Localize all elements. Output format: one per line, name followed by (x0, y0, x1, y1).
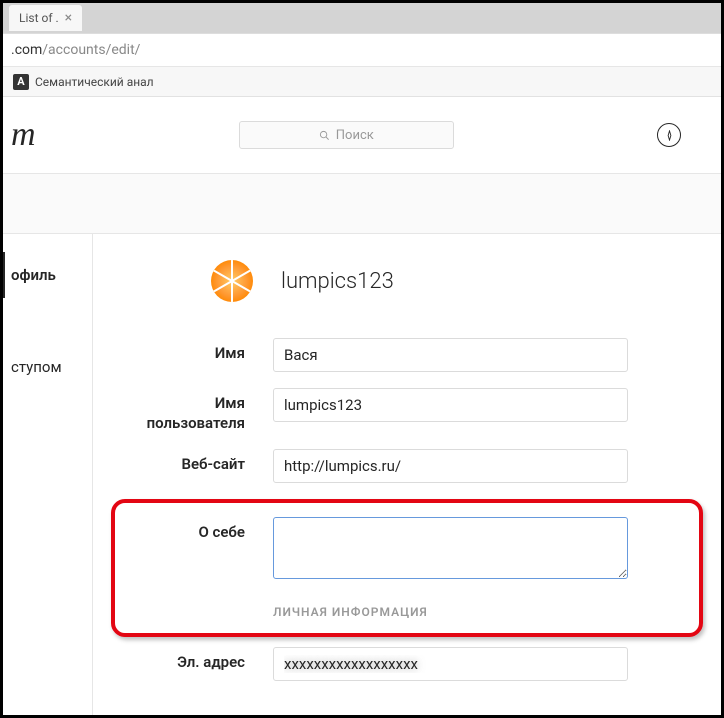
row-email: Эл. адрес (123, 647, 691, 681)
explore-icon[interactable] (657, 123, 681, 147)
settings-sidebar: офиль ступом (3, 234, 93, 715)
bio-textarea[interactable] (273, 517, 628, 579)
close-icon[interactable]: × (65, 10, 72, 26)
highlight-annotation: О себе ЛИЧНАЯ ИНФОРМАЦИЯ (111, 499, 703, 637)
profile-header: lumpics123 (211, 260, 691, 302)
search-icon (319, 130, 330, 141)
name-input[interactable] (273, 338, 628, 372)
url-field[interactable]: .com/accounts/edit/ (11, 42, 713, 58)
header-spacer (3, 174, 721, 234)
bookmarks-bar: A Семантический анал (3, 67, 721, 97)
label-bio: О себе (123, 517, 273, 543)
row-name: Имя (123, 338, 691, 372)
row-section-head: ЛИЧНАЯ ИНФОРМАЦИЯ (123, 593, 691, 619)
tab-title: List of . (19, 11, 59, 25)
search-input[interactable]: Поиск (239, 121, 454, 149)
search-placeholder: Поиск (336, 128, 374, 143)
settings-main: lumpics123 Имя Имя пользователя Веб-сайт… (93, 234, 721, 715)
browser-tab[interactable]: List of . × (9, 5, 82, 31)
avatar[interactable] (211, 260, 253, 302)
settings-container: офиль ступом lumpics123 Имя Имя пользова… (3, 234, 721, 715)
sidebar-item-label: ступом (11, 358, 62, 376)
row-username: Имя пользователя (123, 388, 691, 433)
sidebar-item-label: офиль (11, 266, 56, 284)
bookmark-item[interactable]: Семантический анал (35, 75, 154, 89)
nav-icons (657, 123, 681, 147)
label-website: Веб-сайт (123, 449, 273, 475)
tab-strip: List of . × (3, 3, 721, 33)
label-name: Имя (123, 338, 273, 364)
row-website: Веб-сайт (123, 449, 691, 483)
website-input[interactable] (273, 449, 628, 483)
url-host: .com (11, 42, 42, 58)
section-heading-personal: ЛИЧНАЯ ИНФОРМАЦИЯ (273, 605, 628, 619)
label-username: Имя пользователя (123, 388, 273, 433)
address-bar[interactable]: .com/accounts/edit/ (3, 33, 721, 67)
username-display: lumpics123 (281, 269, 394, 294)
bookmark-favicon: A (13, 74, 29, 90)
sidebar-item-access[interactable]: ступом (3, 344, 92, 390)
sidebar-item-profile[interactable]: офиль (3, 252, 92, 298)
email-input[interactable] (273, 647, 628, 681)
row-bio: О себе (123, 517, 691, 583)
label-email: Эл. адрес (123, 647, 273, 673)
browser-chrome: List of . × .com/accounts/edit/ A Семант… (3, 3, 721, 97)
username-input[interactable] (273, 388, 628, 422)
logo[interactable]: m (3, 116, 36, 154)
app-header: m Поиск (3, 97, 721, 174)
url-path: /accounts/edit/ (42, 42, 140, 58)
